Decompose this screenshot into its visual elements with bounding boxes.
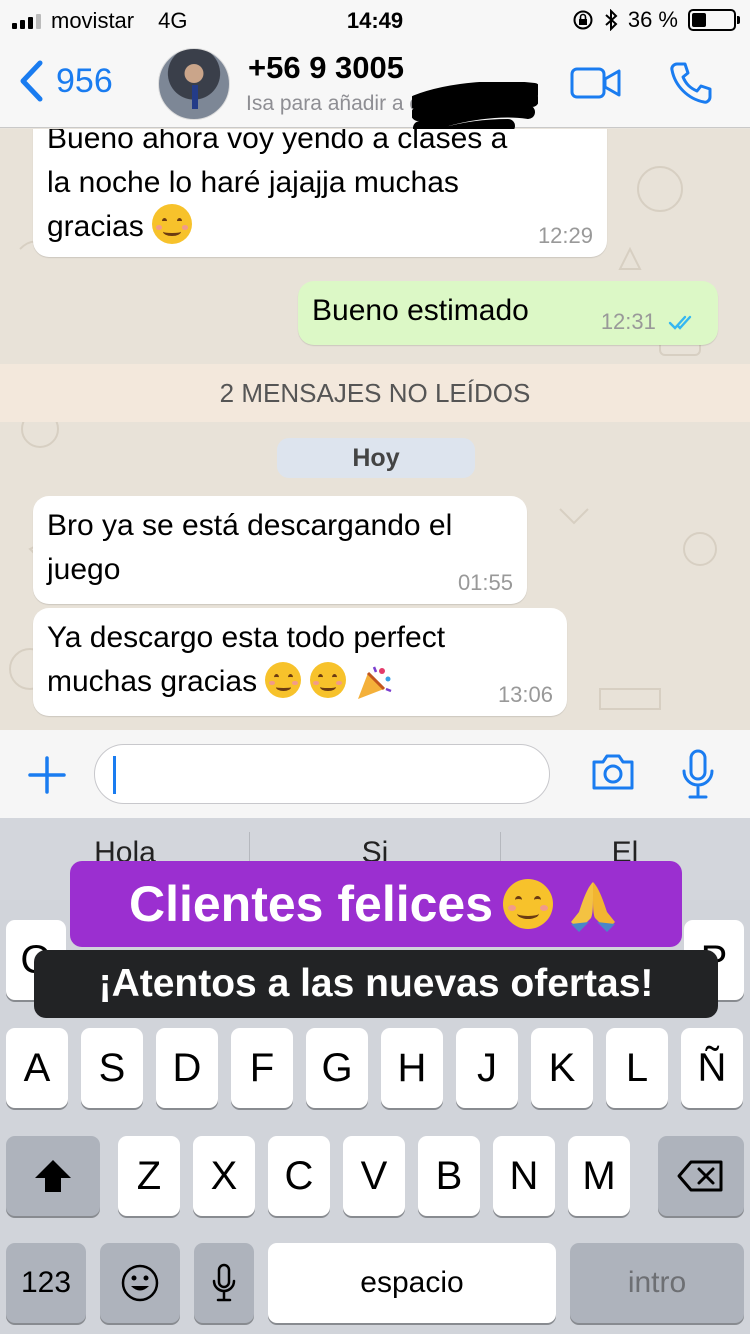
key-s[interactable]: S xyxy=(81,1028,143,1108)
story-banner-title: Clientes felices xyxy=(70,861,682,947)
party-popper-icon xyxy=(358,666,392,700)
numbers-key[interactable]: 123 xyxy=(6,1243,86,1323)
message-incoming[interactable]: Bro ya se está descargando el juego 01:5… xyxy=(33,496,527,604)
delete-key[interactable] xyxy=(658,1136,744,1216)
microphone-icon[interactable] xyxy=(681,749,715,801)
smiling-face-icon xyxy=(309,662,346,699)
message-text: Bueno estimado xyxy=(312,294,529,327)
key-n-tilde[interactable]: Ñ xyxy=(681,1028,743,1108)
message-input[interactable] xyxy=(94,744,550,804)
date-chip: Hoy xyxy=(277,438,475,478)
shift-key[interactable] xyxy=(6,1136,100,1216)
dictation-key[interactable] xyxy=(194,1243,254,1323)
read-ticks-icon xyxy=(668,315,692,330)
smiling-face-icon xyxy=(152,204,193,245)
message-outgoing[interactable]: Bueno estimado 12:31 xyxy=(298,281,718,345)
text-caret xyxy=(113,756,116,794)
shift-arrow-icon xyxy=(35,1160,71,1192)
camera-icon[interactable] xyxy=(590,752,636,792)
key-m[interactable]: M xyxy=(568,1136,630,1216)
bluetooth-icon xyxy=(605,9,618,31)
message-time: 12:31 xyxy=(601,311,698,333)
key-a[interactable]: A xyxy=(6,1028,68,1108)
message-time: 01:55 xyxy=(457,570,513,595)
return-key[interactable]: intro xyxy=(570,1243,744,1323)
emoji-smiley-icon xyxy=(121,1264,159,1302)
key-v[interactable]: V xyxy=(343,1136,405,1216)
key-n[interactable]: N xyxy=(493,1136,555,1216)
key-x[interactable]: X xyxy=(193,1136,255,1216)
folded-hands-icon xyxy=(571,882,616,932)
key-d[interactable]: D xyxy=(156,1028,218,1108)
message-incoming[interactable]: Ya descargo esta todo perfect muchas gra… xyxy=(33,608,567,716)
contact-name[interactable]: +56 9 3005 xyxy=(248,50,404,86)
smiling-face-icon xyxy=(265,662,302,699)
key-h[interactable]: H xyxy=(381,1028,443,1108)
phone-icon[interactable] xyxy=(668,60,714,106)
backspace-icon xyxy=(677,1160,723,1192)
key-c[interactable]: C xyxy=(268,1136,330,1216)
story-banner-subtitle: ¡Atentos a las nuevas ofertas! xyxy=(34,950,718,1018)
microphone-icon xyxy=(212,1263,236,1302)
attach-plus-icon[interactable] xyxy=(28,756,66,794)
chat-area[interactable]: Bueno ahora voy yendo a clases a la noch… xyxy=(0,129,750,730)
chat-header: 956 +56 9 3005 Isa para añadir a contact… xyxy=(0,42,750,149)
smiling-face-icon xyxy=(503,879,554,929)
emoji-key[interactable] xyxy=(100,1243,180,1323)
rotation-lock-icon xyxy=(573,10,593,30)
key-z[interactable]: Z xyxy=(118,1136,180,1216)
key-j[interactable]: J xyxy=(456,1028,518,1108)
video-call-icon[interactable] xyxy=(570,66,622,100)
compose-bar xyxy=(0,730,750,818)
message-time: 12:29 xyxy=(537,223,593,248)
message-text: Bueno ahora voy yendo a clases a la noch… xyxy=(47,129,508,245)
message-time: 13:06 xyxy=(497,682,553,707)
battery-percent: 36 % xyxy=(627,7,678,32)
key-g[interactable]: G xyxy=(306,1028,368,1108)
status-bar: movistar 4G 14:49 36 % xyxy=(0,0,750,42)
status-icons: 36 % xyxy=(572,7,740,33)
back-button[interactable]: 956 xyxy=(18,60,113,102)
message-text: Ya descargo esta todo perfect muchas gra… xyxy=(47,616,553,704)
battery-icon xyxy=(688,9,740,31)
message-text: Bro ya se está descargando el juego xyxy=(47,509,453,586)
avatar[interactable] xyxy=(158,48,230,120)
key-f[interactable]: F xyxy=(231,1028,293,1108)
space-key[interactable]: espacio xyxy=(268,1243,556,1323)
unread-messages-banner: 2 MENSAJES NO LEÍDOS xyxy=(0,364,750,422)
unread-chats-count: 956 xyxy=(56,61,113,100)
key-l[interactable]: L xyxy=(606,1028,668,1108)
key-b[interactable]: B xyxy=(418,1136,480,1216)
back-chevron-icon xyxy=(20,60,43,102)
key-k[interactable]: K xyxy=(531,1028,593,1108)
message-incoming[interactable]: Bueno ahora voy yendo a clases a la noch… xyxy=(33,129,607,257)
